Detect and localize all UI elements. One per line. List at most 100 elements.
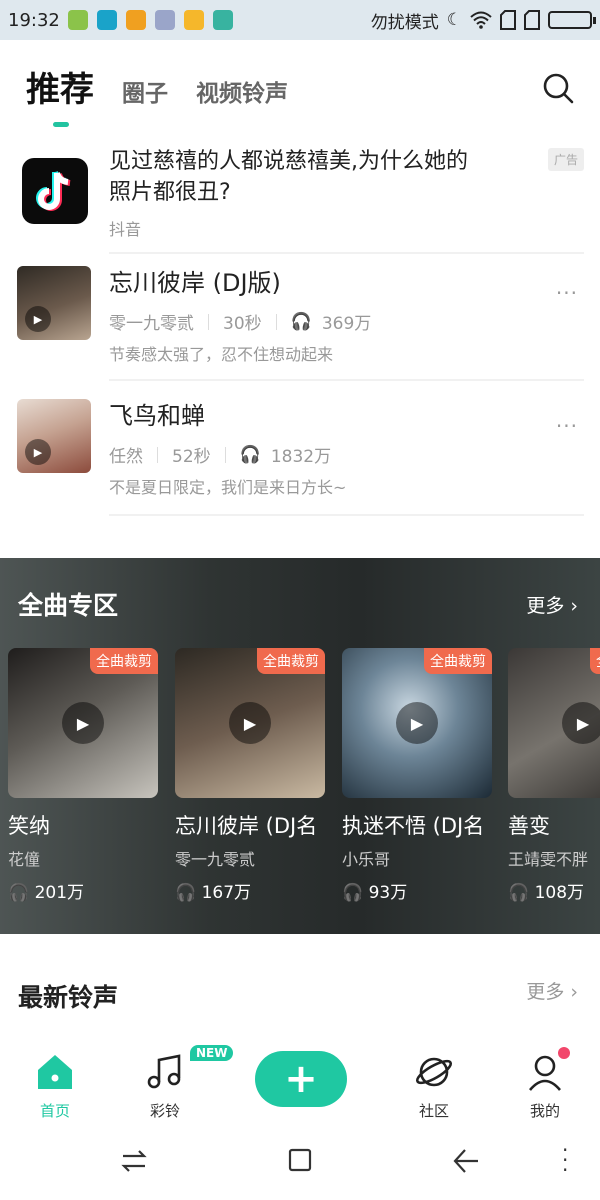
music-note-icon <box>147 1054 181 1089</box>
divider <box>109 514 584 516</box>
headphones-icon: 🎧 <box>342 883 364 903</box>
tab-video-ringtone[interactable]: 视频铃声 <box>196 74 288 108</box>
user-icon <box>529 1055 561 1091</box>
card-artist: 花僮 <box>8 850 41 869</box>
battery-icon <box>548 11 596 29</box>
nav-label: 首页 <box>39 1102 70 1120</box>
more-link[interactable]: 更多 › <box>526 977 578 1004</box>
more-link[interactable]: 更多 › <box>526 591 578 618</box>
play-icon[interactable]: ▶ <box>25 439 51 465</box>
card-plays-value: 93万 <box>368 883 408 903</box>
card-cover: 全曲裁剪 ▶ <box>342 648 492 798</box>
card-title: 善变 <box>508 814 550 838</box>
song-card[interactable]: 全曲裁剪 ▶ 忘川彼岸 (DJ名 零一九零贰 🎧 167万 <box>175 648 325 903</box>
menu-icon[interactable]: · · · <box>562 1140 568 1180</box>
song-cover: ▶ <box>17 266 91 340</box>
headphones-icon: 🎧 <box>175 883 197 903</box>
play-icon[interactable]: ▶ <box>562 702 600 744</box>
tab-indicator <box>53 122 69 127</box>
status-bar: 19:32 勿扰模式 ☾ <box>0 0 600 40</box>
more-options-icon[interactable]: ··· <box>556 281 578 305</box>
card-plays: 🎧 201万 <box>8 878 158 903</box>
nav-community[interactable]: 社区 <box>394 1052 474 1121</box>
song-artist: 零一九零贰 <box>109 314 194 334</box>
notification-app-icon <box>154 10 175 30</box>
song-title: 忘川彼岸 (DJ版) <box>109 269 281 297</box>
chevron-right-icon: › <box>570 981 578 1003</box>
song-description: 不是夏日限定，我们是来日方长~ <box>109 478 347 497</box>
plus-icon: + <box>284 1056 318 1102</box>
divider <box>109 379 584 381</box>
song-list-item[interactable]: ▶ 飞鸟和蝉 任然 52秒 🎧 1832万 不是夏日限定，我们是来日方长~ ··… <box>0 386 600 506</box>
play-icon[interactable]: ▶ <box>396 702 438 744</box>
switch-icon[interactable] <box>120 1147 148 1175</box>
song-card[interactable]: 全曲裁剪 ▶ 笑纳 花僮 🎧 201万 <box>8 648 158 903</box>
search-icon[interactable] <box>542 72 574 104</box>
card-artist: 零一九零贰 <box>175 850 256 869</box>
ad-item[interactable]: 见过慈禧的人都说慈禧美,为什么她的照片都很丑? 抖音 广告 <box>0 140 600 245</box>
section-title: 最新铃声 <box>18 983 119 1012</box>
nav-home[interactable]: 首页 <box>15 1052 95 1121</box>
song-plays: 1832万 <box>270 447 332 467</box>
card-title: 执迷不悟 (DJ名 <box>342 814 485 838</box>
moon-icon: ☾ <box>446 10 462 30</box>
card-artist: 王靖雯不胖 <box>508 850 589 869</box>
card-plays: 🎧 108万 <box>508 878 600 903</box>
headphones-icon: 🎧 <box>239 444 261 465</box>
back-icon[interactable] <box>452 1147 480 1175</box>
chevron-right-icon: › <box>570 595 578 617</box>
notification-app-icon <box>96 10 117 30</box>
home-square-icon[interactable] <box>287 1147 313 1173</box>
folder-icon <box>183 10 204 30</box>
song-artist: 任然 <box>109 447 143 467</box>
sim-icon <box>524 10 540 30</box>
home-icon <box>38 1055 72 1089</box>
warning-icon <box>125 10 146 30</box>
system-nav-bar: · · · <box>0 1125 600 1200</box>
dnd-mode-label: 勿扰模式 <box>370 12 439 33</box>
card-cover: 全曲裁剪 ▶ <box>508 648 600 798</box>
full-cut-tag: 全曲裁剪 <box>257 648 325 674</box>
full-cut-tag: 全曲裁剪 <box>590 648 600 674</box>
separator <box>275 313 277 330</box>
play-icon[interactable]: ▶ <box>229 702 271 744</box>
play-icon[interactable]: ▶ <box>62 702 104 744</box>
card-title: 笑纳 <box>8 814 50 838</box>
ad-badge: 广告 <box>547 148 584 171</box>
song-title: 飞鸟和蝉 <box>109 402 205 430</box>
song-duration: 52秒 <box>172 447 211 467</box>
card-artist: 小乐哥 <box>342 850 391 869</box>
usb-icon <box>212 10 233 30</box>
song-duration: 30秒 <box>223 314 262 334</box>
more-options-icon[interactable]: ··· <box>556 414 578 438</box>
top-tabs: 推荐 圈子 视频铃声 <box>26 62 288 111</box>
nav-label: 社区 <box>418 1102 449 1120</box>
play-icon[interactable]: ▶ <box>25 306 51 332</box>
card-plays-value: 167万 <box>201 883 252 903</box>
song-card[interactable]: 全曲裁剪 ▶ 善变 王靖雯不胖 🎧 108万 <box>508 648 600 903</box>
more-label: 更多 <box>526 595 565 617</box>
more-label: 更多 <box>526 981 565 1003</box>
new-badge: NEW <box>190 1045 234 1061</box>
nav-label: 彩铃 <box>149 1102 180 1120</box>
song-meta: 任然 52秒 🎧 1832万 <box>109 442 332 468</box>
notification-dot <box>558 1047 570 1059</box>
card-cover: 全曲裁剪 ▶ <box>8 648 158 798</box>
tab-circle[interactable]: 圈子 <box>122 74 168 108</box>
card-plays-value: 201万 <box>34 883 85 903</box>
card-plays: 🎧 93万 <box>342 878 492 903</box>
separator <box>157 446 158 463</box>
nav-ringtone[interactable]: 彩铃 <box>125 1052 205 1121</box>
song-meta: 零一九零贰 30秒 🎧 369万 <box>109 309 372 335</box>
nav-mine[interactable]: 我的 <box>505 1052 585 1121</box>
song-card[interactable]: 全曲裁剪 ▶ 执迷不悟 (DJ名 小乐哥 🎧 93万 <box>342 648 492 903</box>
tab-recommend[interactable]: 推荐 <box>26 62 94 111</box>
add-button[interactable]: + <box>255 1051 347 1107</box>
song-list-item[interactable]: ▶ 忘川彼岸 (DJ版) 零一九零贰 30秒 🎧 369万 节奏感太强了，忍不住… <box>0 253 600 373</box>
card-plays: 🎧 167万 <box>175 878 325 903</box>
song-plays: 369万 <box>321 314 372 334</box>
headphones-icon: 🎧 <box>8 883 30 903</box>
separator <box>208 313 209 330</box>
notification-app-icon <box>67 10 88 30</box>
card-plays-value: 108万 <box>534 883 585 903</box>
